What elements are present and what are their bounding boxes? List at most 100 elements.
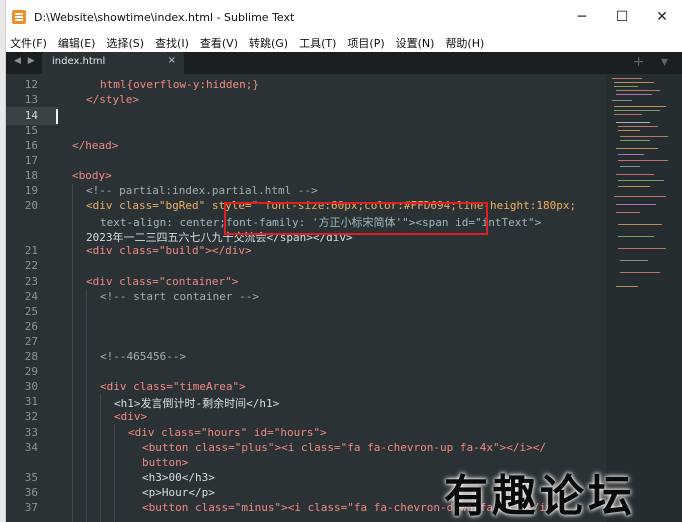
minimap-line <box>616 174 654 175</box>
tab-index-html[interactable]: index.html × <box>42 52 184 74</box>
code-line-35: <h3>00</h3> <box>142 471 215 484</box>
line-number: 22 <box>24 259 38 272</box>
code-line-12: html{overflow-y:hidden;} <box>100 78 259 91</box>
code-line-21: <div class="build"></div> <box>86 244 252 257</box>
line-number: 23 <box>24 275 38 288</box>
minimap-line <box>618 186 650 187</box>
minimap-line <box>612 100 632 101</box>
code-editor[interactable]: 12 13 14 15 16 17 18 19 20 21 22 23 24 2… <box>6 74 606 522</box>
line-number: 21 <box>24 244 38 257</box>
line-number: 13 <box>24 93 38 106</box>
line-number: 34 <box>24 441 38 454</box>
minimap-line <box>620 136 668 137</box>
line-gutter: 12 13 14 15 16 17 18 19 20 21 22 23 24 2… <box>6 74 58 522</box>
line-number: 31 <box>24 395 38 408</box>
code-line-30: <div class="timeArea"> <box>100 380 246 393</box>
minimap-line <box>618 160 668 161</box>
maximize-button[interactable]: ☐ <box>602 0 642 34</box>
sublime-window: D:\Website\showtime\index.html - Sublime… <box>6 0 682 522</box>
line-number: 19 <box>24 184 38 197</box>
minimap-line <box>614 110 660 111</box>
line-number: 17 <box>24 154 38 167</box>
minimap-line <box>620 272 660 273</box>
line-number: 25 <box>24 305 38 318</box>
menu-project[interactable]: 项目(P) <box>347 35 384 51</box>
line-number: 26 <box>24 320 38 333</box>
code-area[interactable]: html{overflow-y:hidden;} </style> </head… <box>56 74 606 522</box>
minimap-line <box>620 260 648 261</box>
line-number: 20 <box>24 199 38 212</box>
code-line-13: </style> <box>86 93 139 106</box>
text-caret <box>56 109 58 124</box>
code-line-33: <div class="hours" id="hours"> <box>128 426 327 439</box>
minimap-line <box>616 204 656 205</box>
close-button[interactable]: ✕ <box>642 0 682 34</box>
minimap-line <box>614 196 666 197</box>
line-number: 18 <box>24 169 38 182</box>
code-line-23: <div class="container"> <box>86 275 239 288</box>
tab-close-icon[interactable]: × <box>168 55 176 66</box>
menu-edit[interactable]: 编辑(E) <box>58 35 96 51</box>
line-number: 30 <box>24 380 38 393</box>
code-line-19: <!-- partial:index.partial.html --> <box>86 184 318 197</box>
minimap-line <box>616 94 652 95</box>
line-number: 24 <box>24 290 38 303</box>
menu-tools[interactable]: 工具(T) <box>299 35 336 51</box>
line-number: 27 <box>24 335 38 348</box>
minimap[interactable] <box>606 74 682 522</box>
line-number-current: 14 <box>24 109 38 122</box>
minimap-line <box>614 106 666 107</box>
tab-actions-icon[interactable]: + ▾ <box>633 54 674 70</box>
minimize-button[interactable]: ─ <box>562 0 602 34</box>
menu-help[interactable]: 帮助(H) <box>445 35 484 51</box>
minimap-line <box>614 82 654 83</box>
minimap-line <box>616 122 650 123</box>
title-bar: D:\Website\showtime\index.html - Sublime… <box>6 0 682 34</box>
tab-label: index.html <box>52 56 106 67</box>
menu-selection[interactable]: 选择(S) <box>106 35 144 51</box>
code-line-32: <div> <box>114 410 148 423</box>
minimap-line <box>616 148 658 149</box>
line-number: 16 <box>24 139 38 152</box>
menu-goto[interactable]: 转跳(G) <box>249 35 288 51</box>
code-line-34b: button> <box>142 456 189 469</box>
code-line-24: <!-- start container --> <box>100 290 259 303</box>
minimap-line <box>618 154 644 155</box>
minimap-line <box>616 286 638 287</box>
tab-nav-arrows-icon[interactable]: ◀ ▶ <box>14 56 37 66</box>
menu-preferences[interactable]: 设置(N) <box>396 35 435 51</box>
minimap-line <box>612 78 642 79</box>
window-title: D:\Website\showtime\index.html - Sublime… <box>34 10 295 24</box>
code-line-28: <!--465456--> <box>100 350 187 363</box>
code-line-31: <h1>发言倒计时-剩余时间</h1> <box>114 397 280 410</box>
tab-bar: ◀ ▶ index.html × + ▾ <box>6 52 682 74</box>
sublime-app-icon <box>12 10 26 24</box>
line-number: 32 <box>24 410 38 423</box>
line-number: 29 <box>24 365 38 378</box>
code-line-34a: <button class="plus"><i class="fa fa-che… <box>142 441 546 454</box>
minimap-line <box>616 212 640 213</box>
minimap-line <box>614 86 638 87</box>
minimap-line <box>620 166 640 167</box>
line-number: 37 <box>24 501 38 514</box>
minimap-line <box>618 180 664 181</box>
red-annotation-box <box>224 202 488 235</box>
code-line-16: </head> <box>72 139 119 152</box>
line-number: 15 <box>24 124 38 137</box>
minimap-line <box>614 114 642 115</box>
menu-view[interactable]: 查看(V) <box>200 35 238 51</box>
menu-find[interactable]: 查找(I) <box>155 35 189 51</box>
menu-bar: 文件(F) 编辑(E) 选择(S) 查找(I) 查看(V) 转跳(G) 工具(T… <box>6 34 682 52</box>
minimap-line <box>618 224 662 225</box>
minimap-line <box>618 130 640 131</box>
indent-guide <box>100 394 101 522</box>
menu-file[interactable]: 文件(F) <box>10 35 47 51</box>
line-number: 28 <box>24 350 38 363</box>
minimap-line <box>618 248 666 249</box>
indent-guide <box>72 184 73 522</box>
line-number: 35 <box>24 471 38 484</box>
watermark-logo: 有趣论坛 <box>444 471 636 522</box>
code-line-18: <body> <box>72 169 112 182</box>
minimap-line <box>618 126 658 127</box>
code-line-36: <p>Hour</p> <box>142 486 215 499</box>
